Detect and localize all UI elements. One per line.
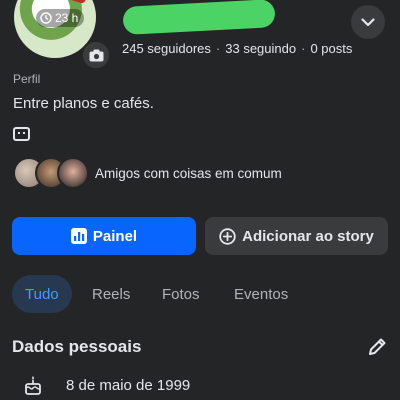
cake-icon [25,376,41,395]
profile-bio: Entre planos e cafés. [13,95,154,112]
add-circle-icon [219,227,236,245]
friend-avatar [57,157,89,189]
stats-separator: · [215,41,221,56]
message-bubble-icon [13,127,30,141]
change-photo-button[interactable] [81,40,111,70]
mutual-friends-row[interactable]: Amigos com coisas em comum [13,157,282,189]
avatar-hat-decoration [55,0,91,5]
followers-count[interactable]: 245 seguidores [122,41,211,56]
posts-count: 0 posts [310,41,353,56]
tab-all[interactable]: Tudo [12,275,72,313]
tab-label: Tudo [25,285,59,303]
story-time-badge: 23 h [36,9,85,27]
story-time-text: 23 h [55,11,79,25]
tab-events[interactable]: Eventos [221,275,301,313]
tab-label: Eventos [234,285,289,303]
add-story-button-label: Adicionar ao story [242,227,374,245]
profile-section-label: Perfil [13,72,41,86]
birthday-text: 8 de maio de 1999 [66,376,191,394]
tab-label: Reels [92,285,131,303]
camera-icon [89,49,103,61]
chart-bar-icon [70,228,87,244]
clock-icon [40,12,52,24]
following-count[interactable]: 33 seguindo [225,41,296,56]
profile-stats: 245 seguidores · 33 seguindo · 0 posts [122,41,352,56]
stats-separator: · [301,41,306,56]
tab-reels[interactable]: Reels [79,275,143,313]
profile-menu-button[interactable] [351,5,385,39]
dashboard-button[interactable]: Painel [12,217,196,255]
birthday-row: 8 de maio de 1999 [22,374,190,396]
tab-label: Fotos [162,285,200,303]
dashboard-button-label: Painel [92,227,138,245]
chevron-down-icon [361,17,375,26]
pencil-icon[interactable] [366,336,388,358]
add-story-button[interactable]: Adicionar ao story [205,217,388,255]
mutual-friends-label: Amigos com coisas em comum [95,165,282,181]
redacted-profile-name [122,0,276,35]
tab-photos[interactable]: Fotos [149,275,213,313]
personal-details-heading: Dados pessoais [12,337,142,356]
